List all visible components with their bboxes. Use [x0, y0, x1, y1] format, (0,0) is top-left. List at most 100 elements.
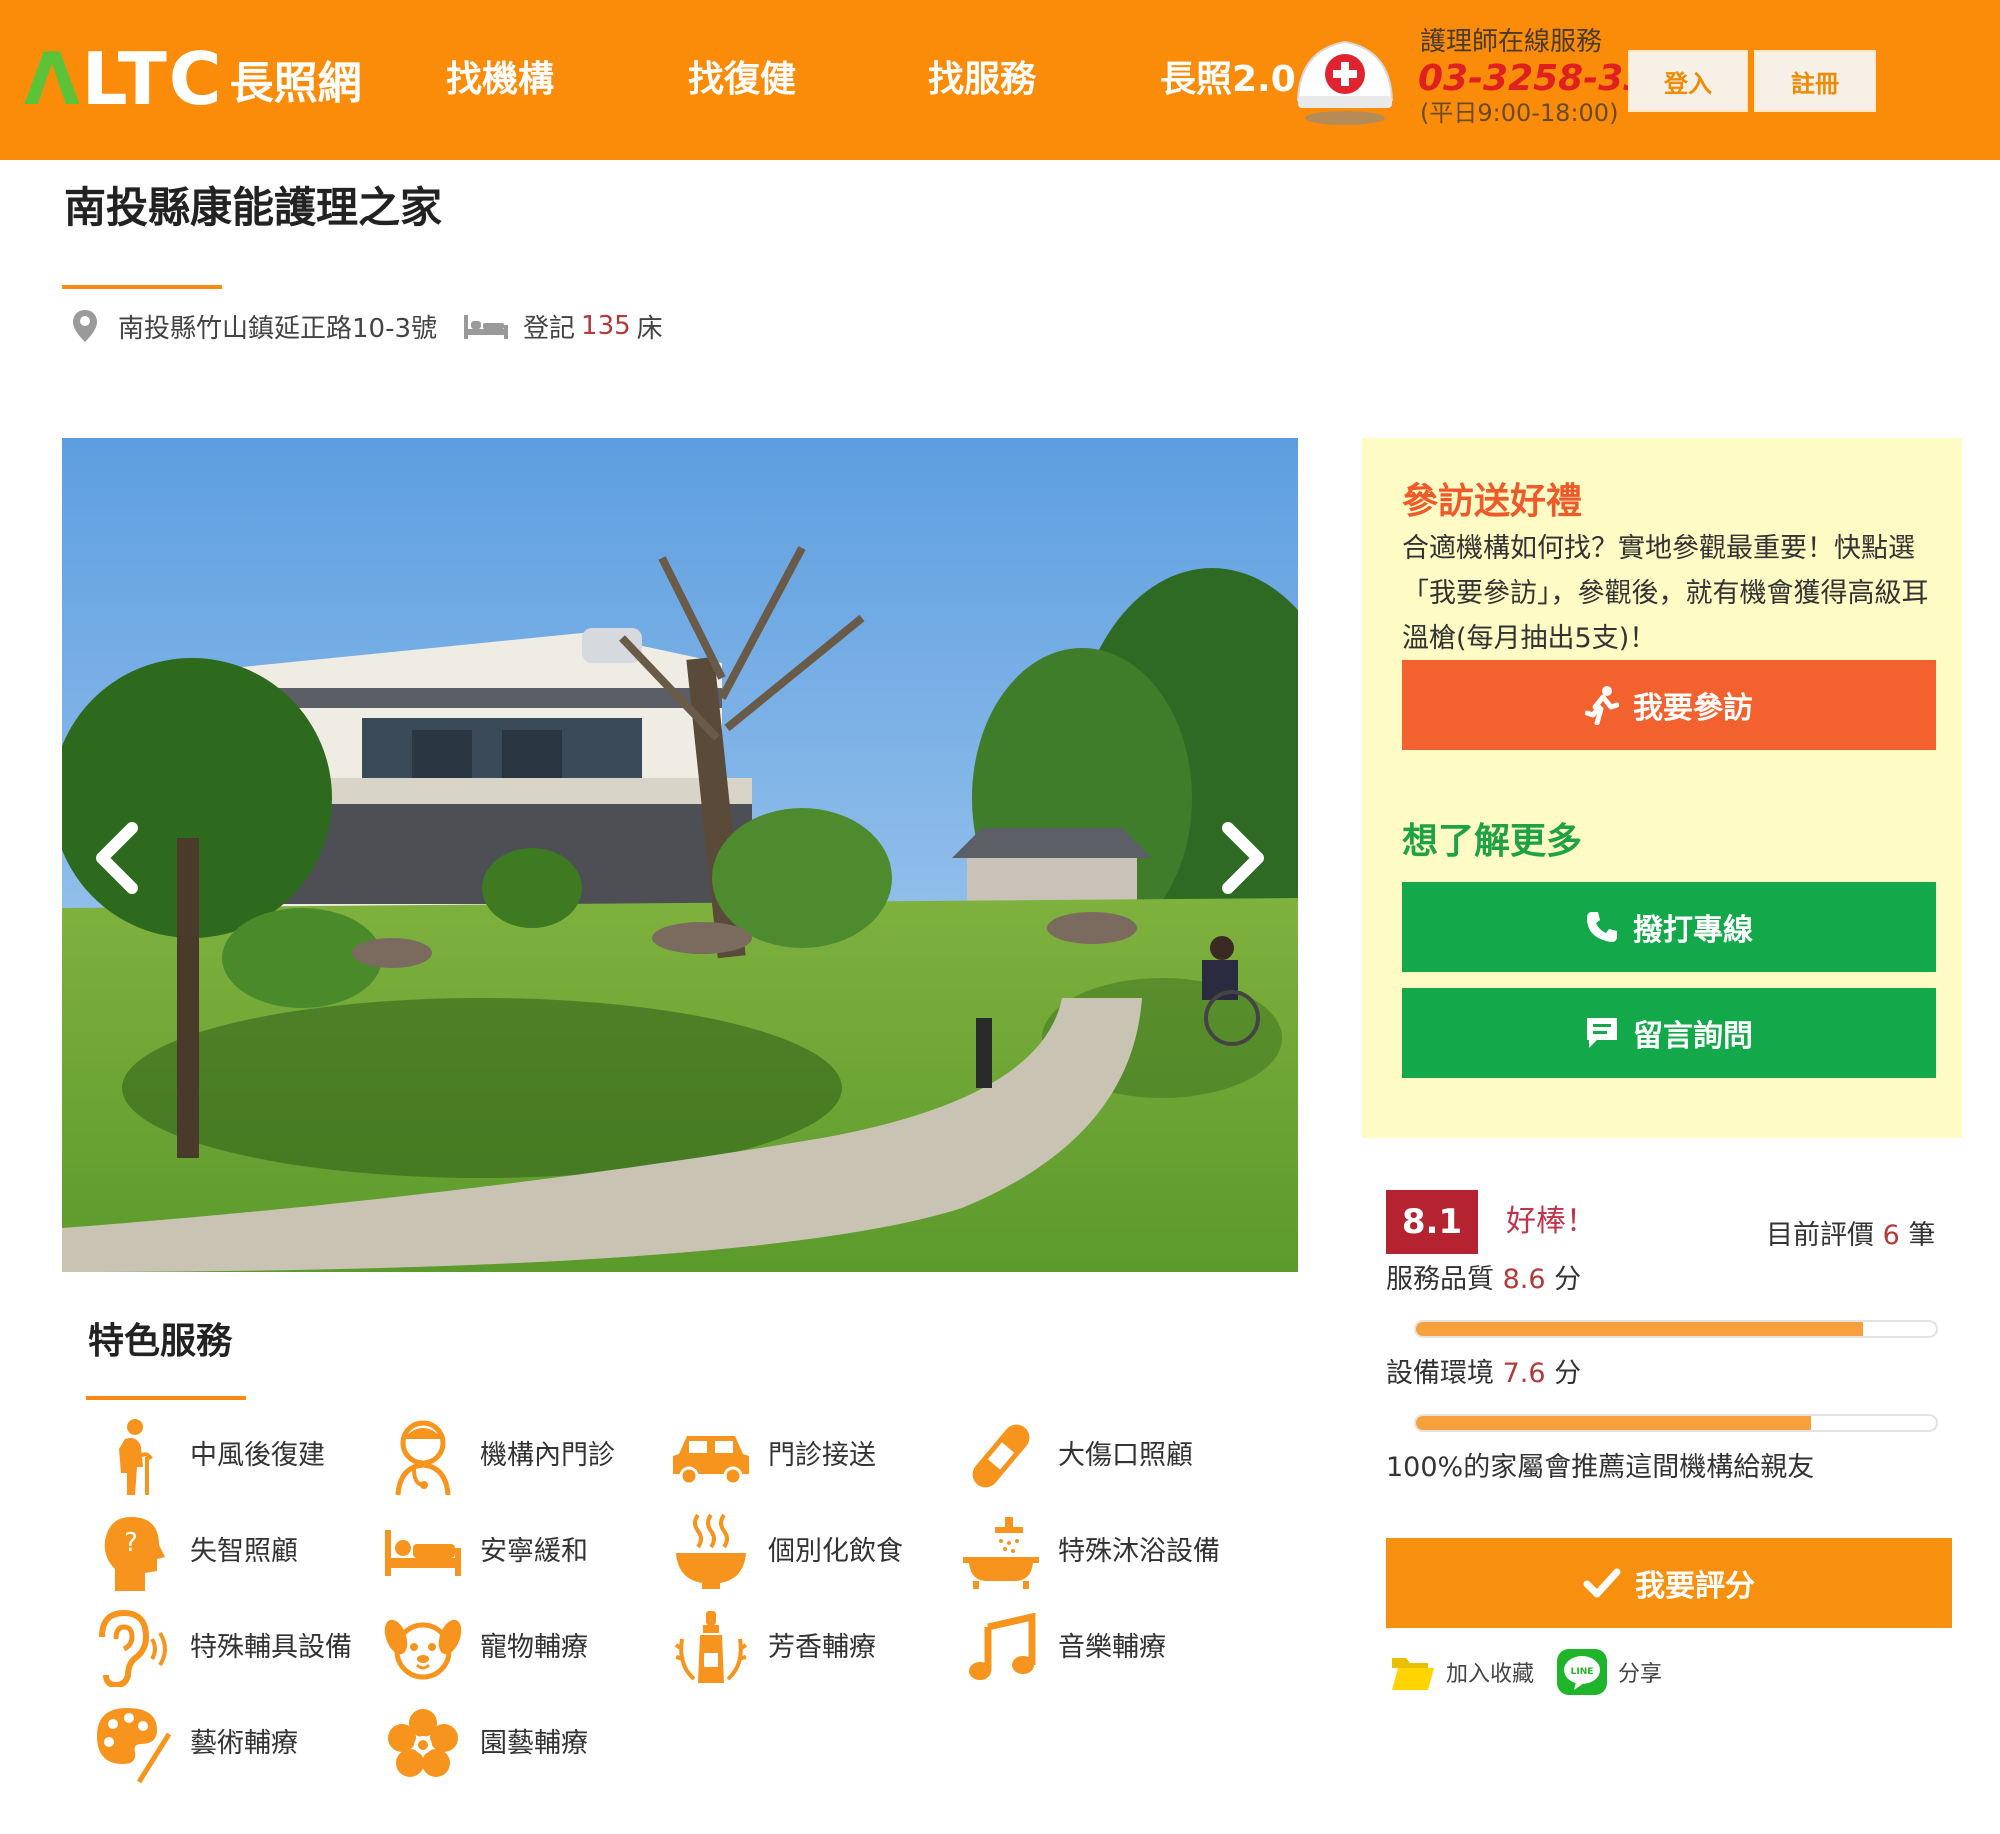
- page-title: 南投縣康能護理之家: [64, 183, 443, 232]
- flower-icon: [380, 1704, 466, 1784]
- register-button[interactable]: 註冊: [1754, 50, 1876, 112]
- feature-label: 藝術輔療: [190, 1728, 298, 1759]
- feature-item: 個別化飲食: [668, 1512, 903, 1592]
- share-line-link[interactable]: LINE 分享: [1556, 1648, 1662, 1696]
- running-person-icon: [1585, 685, 1619, 725]
- add-favorite-link[interactable]: 加入收藏: [1390, 1648, 1534, 1696]
- top-header: ΛLTC 長照網 找機構 找復健 找服務 長照2.0 護理師在線服務 03-32…: [0, 0, 2000, 160]
- feature-item: 門診接送: [668, 1416, 876, 1496]
- nav-find-rehab[interactable]: 找復健: [688, 56, 796, 104]
- svg-text:?: ?: [124, 1528, 138, 1558]
- carousel-prev-arrow-icon[interactable]: [82, 808, 152, 908]
- feature-item: 音樂輔療: [958, 1608, 1166, 1688]
- features-title: 特色服務: [88, 1321, 233, 1362]
- facility-env-score: 7.6: [1502, 1358, 1546, 1389]
- feature-label: 園藝輔療: [480, 1728, 588, 1759]
- nav-find-facility[interactable]: 找機構: [446, 56, 554, 104]
- message-button-label: 留言詢問: [1633, 1019, 1753, 1054]
- feature-item: ? 失智照顧: [90, 1512, 298, 1592]
- checkmark-icon: [1583, 1568, 1621, 1598]
- leave-message-button[interactable]: 留言詢問: [1402, 988, 1936, 1078]
- call-button-label: 撥打專線: [1633, 913, 1753, 948]
- elderly-cane-icon: [90, 1416, 176, 1496]
- feature-item: 芳香輔療: [668, 1608, 876, 1688]
- feature-item: 寵物輔療: [380, 1608, 588, 1688]
- features-underline: [86, 1396, 246, 1400]
- feature-label: 安寧緩和: [480, 1536, 588, 1567]
- feature-label: 大傷口照顧: [1058, 1440, 1193, 1471]
- beds-prefix: 登記: [523, 313, 576, 344]
- call-hotline-button[interactable]: 撥打專線: [1402, 882, 1936, 972]
- beds-suffix: 床: [636, 313, 663, 344]
- feature-label: 特殊沐浴設備: [1058, 1536, 1220, 1567]
- review-count-number: 6: [1882, 1220, 1900, 1251]
- login-button[interactable]: 登入: [1628, 50, 1748, 112]
- facility-env-bar-fill: [1416, 1416, 1812, 1430]
- recommend-text: 100%的家屬會推薦這間機構給親友: [1386, 1452, 1815, 1483]
- score-verdict: 好棒！: [1506, 1204, 1596, 1239]
- site-logo[interactable]: ΛLTC 長照網: [24, 37, 362, 121]
- add-favorite-label: 加入收藏: [1446, 1662, 1535, 1687]
- carousel-next-arrow-icon[interactable]: [1208, 808, 1278, 908]
- feature-label: 個別化飲食: [768, 1536, 903, 1567]
- visit-button-label: 我要參訪: [1633, 691, 1753, 726]
- visit-button[interactable]: 我要參訪: [1402, 660, 1936, 750]
- feature-label: 特殊輔具設備: [190, 1632, 352, 1663]
- score-badge: 8.1: [1386, 1190, 1478, 1254]
- review-count-suffix: 筆: [1908, 1220, 1936, 1251]
- palette-icon: [90, 1704, 176, 1784]
- service-quality-name: 服務品質: [1386, 1264, 1494, 1295]
- logo-mark: ΛLTC: [24, 37, 224, 121]
- beds-count: 135: [581, 311, 631, 341]
- feature-item: 中風後復建: [90, 1416, 325, 1496]
- dog-icon: [380, 1608, 466, 1688]
- rate-button-label: 我要評分: [1635, 1569, 1755, 1604]
- feature-item: 藝術輔療: [90, 1704, 298, 1784]
- bandage-icon: [958, 1416, 1044, 1496]
- line-badge-text: LINE: [1571, 1667, 1594, 1677]
- review-count-prefix: 目前評價: [1766, 1220, 1874, 1251]
- feature-item: 大傷口照顧: [958, 1416, 1193, 1496]
- learn-more-title: 想了解更多: [1402, 821, 1583, 862]
- nav-find-service[interactable]: 找服務: [928, 56, 1036, 104]
- visit-panel: 參訪送好禮 合適機構如何找？實地參觀最重要！快點選「我要參訪」，參觀後，就有機會…: [1362, 438, 1962, 1138]
- review-count: 目前評價 6 筆: [1766, 1218, 1935, 1254]
- logo-text: 長照網: [229, 58, 362, 109]
- feature-label: 芳香輔療: [768, 1632, 876, 1663]
- photo-carousel[interactable]: [62, 438, 1298, 1272]
- facility-env-unit: 分: [1554, 1358, 1582, 1389]
- message-icon: [1585, 1016, 1619, 1050]
- car-icon: [668, 1416, 754, 1496]
- ear-hearing-icon: [90, 1608, 176, 1688]
- feature-label: 中風後復建: [190, 1440, 325, 1471]
- title-underline: [62, 285, 222, 289]
- service-quality-unit: 分: [1554, 1264, 1582, 1295]
- bed-icon: [380, 1512, 466, 1592]
- line-app-icon: LINE: [1557, 1649, 1607, 1695]
- feature-item: 特殊沐浴設備: [958, 1512, 1220, 1592]
- facility-env-bar: [1414, 1414, 1938, 1432]
- service-quality-bar-fill: [1416, 1322, 1864, 1336]
- hot-bowl-icon: [668, 1512, 754, 1592]
- rate-button[interactable]: 我要評分: [1386, 1538, 1952, 1628]
- visit-title: 參訪送好禮: [1402, 481, 1583, 522]
- facility-env-label: 設備環境 7.6 分: [1386, 1356, 1581, 1392]
- folder-icon: [1392, 1658, 1434, 1690]
- location-pin-icon: [73, 310, 97, 342]
- service-quality-score: 8.6: [1502, 1264, 1546, 1295]
- feature-label: 機構內門診: [480, 1440, 615, 1471]
- feature-label: 音樂輔療: [1058, 1632, 1166, 1663]
- essential-oil-icon: [668, 1608, 754, 1688]
- feature-item: 安寧緩和: [380, 1512, 588, 1592]
- hotline-label: 護理師在線服務: [1420, 27, 1603, 57]
- feature-item: 園藝輔療: [380, 1704, 588, 1784]
- facility-address: 南投縣竹山鎮延正路10-3號: [118, 313, 438, 344]
- facility-env-name: 設備環境: [1386, 1358, 1494, 1389]
- doctor-icon: [380, 1416, 466, 1496]
- bed-icon: [464, 315, 509, 339]
- nav-ltc-2[interactable]: 長照2.0: [1160, 56, 1296, 104]
- head-question-icon: ?: [90, 1512, 176, 1592]
- service-quality-label: 服務品質 8.6 分: [1386, 1262, 1581, 1298]
- feature-label: 失智照顧: [190, 1536, 298, 1567]
- service-quality-bar: [1414, 1320, 1938, 1338]
